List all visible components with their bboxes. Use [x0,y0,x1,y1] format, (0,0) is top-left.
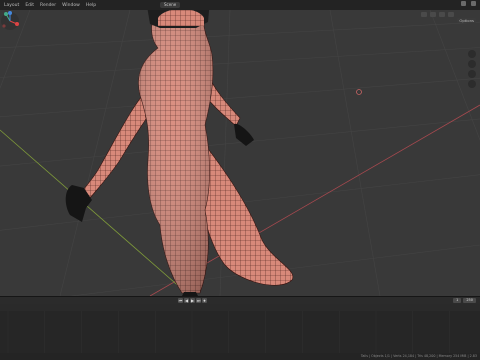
timeline-grid [7,311,450,353]
menu-layout[interactable]: Layout [4,3,19,8]
jump-start-button[interactable]: ⏮ [178,298,183,303]
gizmo-x-icon [15,22,19,26]
camera-view-icon[interactable] [468,70,476,78]
3d-cursor [356,89,362,95]
perspective-toggle-icon[interactable] [468,80,476,88]
timeline-header: ⏮ ◀ ▶ ⏭ ⏺ 1 250 [0,296,480,304]
viewport-header-icons [421,12,454,17]
play-reverse-button[interactable]: ◀ [184,298,189,303]
blender-window: Layout Edit Render Window Help Scene Opt… [0,0,480,360]
scene-selector[interactable]: Scene [160,2,181,8]
frame-range: 1 250 [453,298,476,303]
options-dropdown[interactable]: Options [457,18,476,23]
status-bar: Tails | Objects 1/1 | Verts 24,184 | Tri… [0,353,480,360]
overlay-icon[interactable] [421,12,427,17]
navigation-gizmo[interactable] [0,10,20,32]
zoom-icon[interactable] [468,50,476,58]
playback-controls: ⏮ ◀ ▶ ⏭ ⏺ [178,298,207,303]
xray-icon[interactable] [430,12,436,17]
timeline-ruler[interactable]: 020406080100120140160180200220240 [0,304,480,319]
jump-end-button[interactable]: ⏭ [196,298,201,303]
filter-icon[interactable] [471,1,476,6]
3d-viewport[interactable]: Options [0,10,480,296]
menu-render[interactable]: Render [40,3,56,8]
menu-edit[interactable]: Edit [25,3,34,8]
gizmo-y-icon [4,12,8,16]
pan-icon[interactable] [468,60,476,68]
end-frame-field[interactable]: 250 [463,298,476,303]
pin-icon[interactable] [461,1,466,6]
timeline-area[interactable] [0,311,480,353]
material-shading-icon[interactable] [448,12,454,17]
solid-shading-icon[interactable] [439,12,445,17]
menu-help[interactable]: Help [86,3,96,8]
play-button[interactable]: ▶ [190,298,195,303]
viewport-canvas [0,10,480,296]
menu-window[interactable]: Window [62,3,80,8]
top-menu-bar: Layout Edit Render Window Help Scene [0,0,480,10]
record-button[interactable]: ⏺ [202,298,207,303]
start-frame-field[interactable]: 1 [453,298,462,303]
gizmo-z-icon [8,11,12,15]
status-text: Tails | Objects 1/1 | Verts 24,184 | Tri… [360,354,477,358]
character-mesh [65,10,294,296]
